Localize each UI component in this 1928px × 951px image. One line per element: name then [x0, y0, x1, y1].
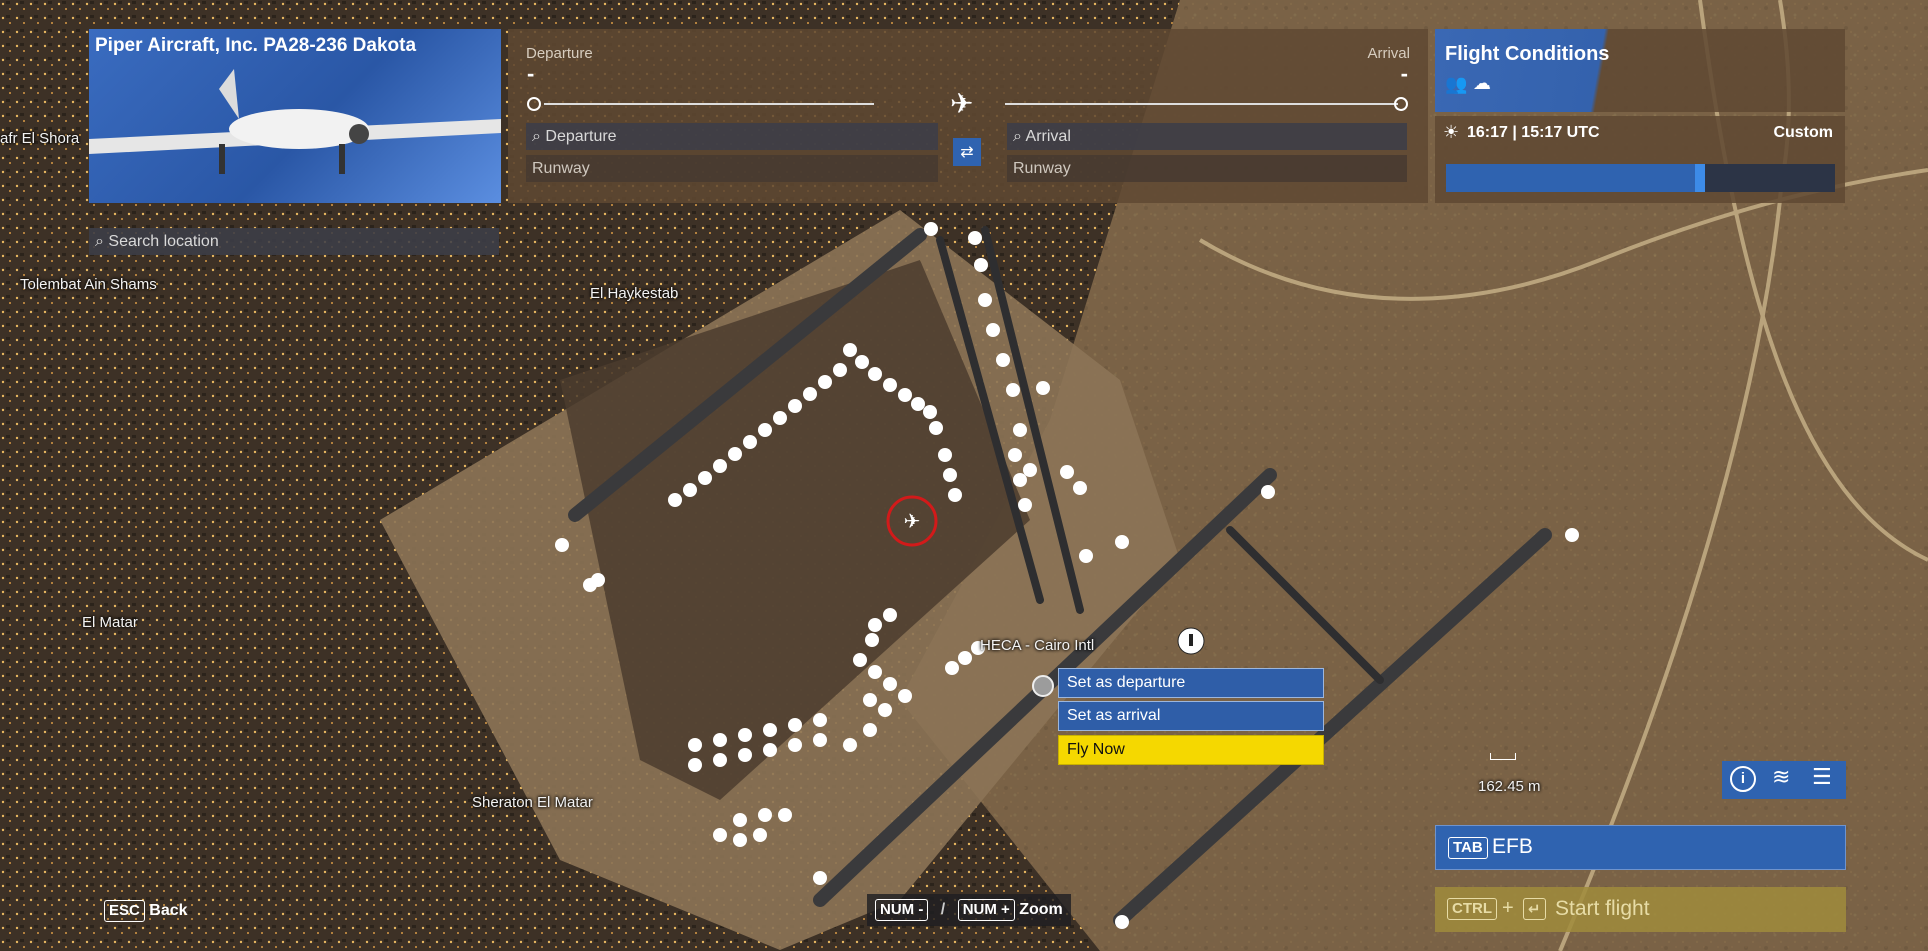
aircraft-image: [89, 69, 501, 174]
back-label: Back: [149, 902, 188, 919]
route-line-left: [544, 103, 874, 105]
zoom-label: Zoom: [1019, 901, 1063, 918]
start-flight-label: Start flight: [1555, 897, 1650, 920]
map-label: El Haykestab: [590, 285, 679, 302]
swap-route-button[interactable]: ⇄: [953, 138, 981, 166]
flight-conditions-header[interactable]: Flight Conditions 👥 ☁: [1435, 29, 1845, 112]
departure-search-field[interactable]: ⌕ Departure: [526, 123, 938, 150]
fly-now-button[interactable]: Fly Now: [1058, 735, 1324, 765]
departure-runway-select[interactable]: Runway: [526, 155, 938, 182]
plus-sign: +: [1502, 897, 1514, 919]
map-scale-text: 162.45 m: [1478, 778, 1541, 795]
time-slider-thumb[interactable]: [1694, 164, 1705, 192]
search-icon: ⌕: [95, 233, 104, 250]
esc-key: ESC: [104, 900, 145, 922]
efb-label: EFB: [1492, 835, 1533, 858]
num-plus-key[interactable]: NUM +: [957, 899, 1015, 921]
departure-value: -: [527, 61, 535, 86]
search-icon: ⌕: [1013, 128, 1022, 145]
arrival-label: Arrival: [1367, 45, 1410, 62]
departure-label: Departure: [526, 45, 593, 62]
search-location-input[interactable]: ⌕ Search location: [89, 228, 499, 255]
search-placeholder: Search location: [108, 233, 219, 250]
arrival-search-field[interactable]: ⌕ Arrival: [1007, 123, 1407, 150]
tab-key: TAB: [1448, 837, 1488, 859]
airplane-icon: ✈: [950, 87, 974, 120]
svg-text:✈: ✈: [904, 509, 921, 533]
zoom-separator: /: [940, 901, 946, 918]
zoom-hint: NUM - / NUM + Zoom: [867, 894, 1071, 926]
arrival-runway-select[interactable]: Runway: [1007, 155, 1407, 182]
airport-label[interactable]: HECA - Cairo Intl: [980, 637, 1094, 654]
map-label: Tolembat Ain Shams: [20, 276, 157, 293]
flight-conditions-title: Flight Conditions: [1445, 43, 1610, 65]
num-minus-key[interactable]: NUM -: [875, 899, 929, 921]
info-icon[interactable]: i: [1730, 766, 1756, 792]
people-icon: 👥: [1445, 74, 1468, 95]
route-panel: Departure - Arrival - ✈ ⌕ Departure Runw…: [508, 29, 1428, 203]
time-slider-fill: [1446, 164, 1695, 192]
aircraft-card[interactable]: Piper Aircraft, Inc. PA28-236 Dakota: [89, 29, 501, 203]
settings-list-icon[interactable]: ☰: [1812, 765, 1832, 790]
map-label: El Matar: [82, 614, 138, 631]
start-flight-button[interactable]: CTRL + ↵ Start flight: [1435, 887, 1846, 932]
time-of-day-panel: ☀ 16:17 | 15:17 UTC Custom: [1435, 116, 1845, 203]
aircraft-name: Piper Aircraft, Inc. PA28-236 Dakota: [95, 35, 417, 56]
back-button[interactable]: ESC Back: [96, 895, 196, 927]
arrival-node: [1394, 97, 1408, 111]
enter-key: ↵: [1523, 898, 1546, 920]
set-as-arrival-button[interactable]: Set as arrival: [1058, 701, 1324, 731]
arrival-field-placeholder: Arrival: [1025, 128, 1071, 145]
layers-icon[interactable]: ≋: [1772, 765, 1790, 790]
ctrl-key: CTRL: [1447, 898, 1497, 920]
time-slider[interactable]: [1446, 164, 1835, 192]
route-line-right: [1005, 103, 1398, 105]
set-as-departure-button[interactable]: Set as departure: [1058, 668, 1324, 698]
cloud-icon: ☁: [1473, 73, 1491, 94]
efb-button[interactable]: TAB EFB: [1435, 825, 1846, 870]
arrival-value: -: [1400, 61, 1408, 86]
conditions-mode[interactable]: Custom: [1773, 124, 1833, 142]
time-readout: 16:17 | 15:17 UTC: [1467, 124, 1600, 141]
departure-field-placeholder: Departure: [545, 128, 617, 145]
map-label: afr El Shora: [0, 130, 80, 147]
map-label: Sheraton El Matar: [472, 794, 593, 811]
map-tools: i ≋ ☰: [1722, 761, 1846, 799]
sun-icon: ☀: [1443, 122, 1460, 143]
map-scale-bar: [1490, 753, 1516, 760]
departure-node: [527, 97, 541, 111]
search-icon: ⌕: [532, 128, 541, 145]
